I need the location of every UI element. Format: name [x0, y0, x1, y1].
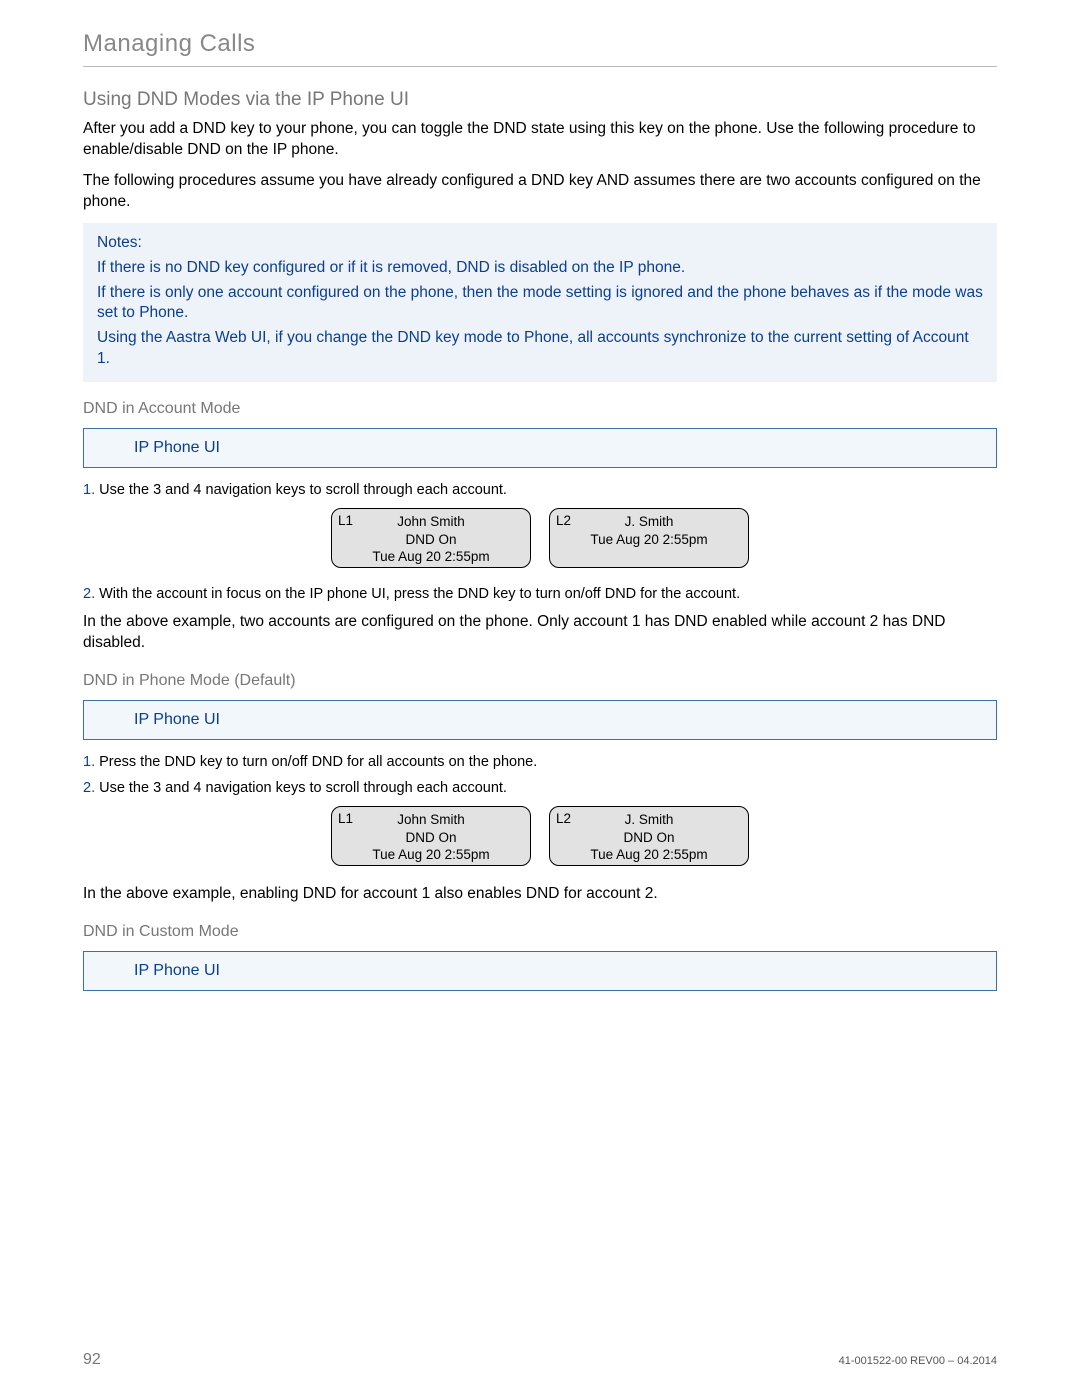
- step-text: 2.Use the 3 and 4 navigation keys to scr…: [83, 780, 997, 796]
- section-title: Using DND Modes via the IP Phone UI: [83, 89, 997, 111]
- result-paragraph: In the above example, two accounts are c…: [83, 612, 997, 654]
- intro-paragraph-1: After you add a DND key to your phone, y…: [83, 119, 997, 161]
- screen-time: Tue Aug 20 2:55pm: [550, 846, 748, 864]
- screen-status: DND On: [332, 531, 530, 549]
- line-label: L2: [556, 811, 571, 826]
- ip-phone-ui-bar: IP Phone UI: [83, 700, 997, 740]
- screen-name: J. Smith: [550, 811, 748, 829]
- chapter-title: Managing Calls: [83, 30, 997, 58]
- screen-time: Tue Aug 20 2:55pm: [332, 846, 530, 864]
- step-text: 2.With the account in focus on the IP ph…: [83, 586, 997, 602]
- document-id: 41-001522-00 REV00 – 04.2014: [839, 1355, 997, 1367]
- ip-phone-ui-bar: IP Phone UI: [83, 428, 997, 468]
- phone-screens-row: L1 John Smith DND On Tue Aug 20 2:55pm L…: [83, 806, 997, 866]
- screen-time: Tue Aug 20 2:55pm: [550, 531, 748, 549]
- page-footer: 92 41-001522-00 REV00 – 04.2014: [83, 1351, 997, 1369]
- screen-status: DND On: [332, 829, 530, 847]
- subheading-custom-mode: DND in Custom Mode: [83, 923, 997, 941]
- screen-time: Tue Aug 20 2:55pm: [332, 548, 530, 566]
- subheading-phone-mode: DND in Phone Mode (Default): [83, 672, 997, 690]
- screen-name: John Smith: [332, 513, 530, 531]
- screen-name: John Smith: [332, 811, 530, 829]
- ip-phone-ui-bar: IP Phone UI: [83, 951, 997, 991]
- step-body: Use the 3 and 4 navigation keys to scrol…: [99, 482, 507, 498]
- intro-paragraph-2: The following procedures assume you have…: [83, 171, 997, 213]
- line-label: L1: [338, 513, 353, 528]
- step-body: Use the 3 and 4 navigation keys to scrol…: [99, 780, 507, 796]
- step-body: With the account in focus on the IP phon…: [99, 586, 740, 602]
- step-body: Press the DND key to turn on/off DND for…: [99, 754, 537, 770]
- line-label: L1: [338, 811, 353, 826]
- note-item: Using the Aastra Web UI, if you change t…: [97, 328, 983, 370]
- phone-screens-row: L1 John Smith DND On Tue Aug 20 2:55pm L…: [83, 508, 997, 568]
- screen-status: DND On: [550, 829, 748, 847]
- notes-box: Notes: If there is no DND key configured…: [83, 223, 997, 383]
- page-number: 92: [83, 1351, 101, 1369]
- note-item: If there is only one account configured …: [97, 283, 983, 325]
- phone-screen: L1 John Smith DND On Tue Aug 20 2:55pm: [331, 508, 531, 568]
- phone-screen: L1 John Smith DND On Tue Aug 20 2:55pm: [331, 806, 531, 866]
- result-paragraph: In the above example, enabling DND for a…: [83, 884, 997, 905]
- phone-screen: L2 J. Smith Tue Aug 20 2:55pm: [549, 508, 749, 568]
- step-text: 1.Use the 3 and 4 navigation keys to scr…: [83, 482, 997, 498]
- note-item: If there is no DND key configured or if …: [97, 258, 983, 279]
- screen-name: J. Smith: [550, 513, 748, 531]
- subheading-account-mode: DND in Account Mode: [83, 400, 997, 418]
- phone-screen: L2 J. Smith DND On Tue Aug 20 2:55pm: [549, 806, 749, 866]
- step-text: 1.Press the DND key to turn on/off DND f…: [83, 754, 997, 770]
- line-label: L2: [556, 513, 571, 528]
- divider: [83, 66, 997, 67]
- notes-label: Notes:: [97, 233, 983, 254]
